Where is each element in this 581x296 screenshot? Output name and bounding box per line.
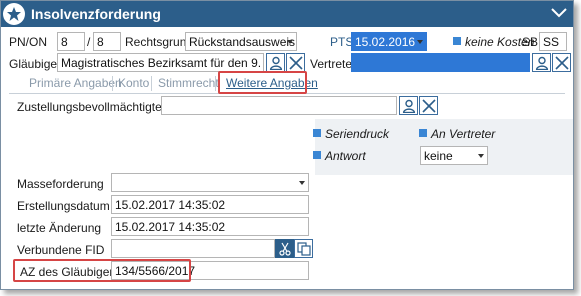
letzte-aenderung-label: letzte Änderung (17, 221, 102, 235)
az-highlight-box (13, 259, 191, 282)
verbundene-fid-field[interactable] (111, 239, 275, 258)
verbundene-fid-label: Verbundene FID (17, 243, 105, 257)
an-vertreter-label: An Vertreter (431, 127, 496, 141)
tab-divider (112, 76, 113, 91)
scissors-icon (279, 242, 291, 256)
rechtsgrund-label: Rechtsgrund (125, 35, 194, 49)
zustellung-search-button[interactable] (399, 96, 418, 115)
seriendruck-checkbox[interactable] (313, 129, 321, 137)
clear-x-icon (555, 56, 569, 70)
tab-highlight-box (218, 71, 307, 94)
zustellung-clear-button[interactable] (419, 96, 438, 115)
vertreter-clear-button[interactable] (552, 53, 571, 72)
glaeubiger-field[interactable]: Magistratisches Bezirksamt für den 9. Be… (57, 53, 264, 72)
glaeubiger-clear-button[interactable] (286, 53, 305, 72)
person-search-icon (535, 56, 549, 70)
copy-icon (297, 242, 311, 256)
pts-date-select[interactable]: 15.02.2016 (351, 32, 427, 51)
clear-x-icon (289, 56, 303, 70)
letzte-aenderung-field[interactable]: 15.02.2017 14:35:02 (111, 217, 309, 236)
antwort-select[interactable]: keine (420, 146, 488, 165)
glaeubiger-search-button[interactable] (266, 53, 285, 72)
vertreter-search-button[interactable] (532, 53, 551, 72)
zustellung-field[interactable] (161, 96, 397, 115)
clear-x-icon (422, 99, 436, 113)
an-vertreter-checkbox[interactable] (419, 129, 427, 137)
chevron-down-icon[interactable] (551, 6, 567, 23)
tab-konto[interactable]: Konto (118, 76, 149, 90)
fid-cut-button[interactable] (275, 239, 294, 258)
glaeubiger-label: Gläubiger (9, 57, 62, 71)
pn-on-separator: / (87, 35, 91, 49)
rechtsgrund-select[interactable]: Rückstandsausweis (185, 32, 297, 51)
tab-divider (151, 76, 152, 91)
window-title: Insolvenzforderung (31, 6, 161, 22)
tab-divider (215, 76, 216, 91)
antwort-checkbox[interactable] (313, 151, 321, 159)
vertreter-label: Vertreter (310, 57, 357, 71)
seriendruck-label: Seriendruck (325, 127, 390, 141)
sb-label: SB (522, 35, 539, 49)
masseforderung-label: Masseforderung (17, 177, 104, 191)
person-search-icon (269, 56, 283, 70)
star-logo-icon (3, 3, 25, 25)
erstellungsdatum-label: Erstellungsdatum (17, 199, 110, 213)
antwort-label: Antwort (325, 149, 366, 163)
masseforderung-select[interactable] (111, 173, 309, 192)
insolvenzforderung-window: Insolvenzforderung PN/ON 8 / 8 Rechtsgru… (0, 0, 574, 290)
pn-on-label: PN/ON (9, 35, 48, 49)
pn-field[interactable]: 8 (57, 32, 85, 51)
on-field[interactable]: 8 (93, 32, 121, 51)
erstellungsdatum-field[interactable]: 15.02.2017 14:35:02 (111, 195, 309, 214)
fid-copy-button[interactable] (294, 239, 313, 258)
vertreter-field[interactable] (351, 53, 530, 72)
tab-primaere-angaben[interactable]: Primäre Angaben (29, 76, 122, 90)
person-search-icon (402, 99, 416, 113)
sb-field[interactable]: SS (539, 32, 567, 51)
zustellung-label: Zustellungsbevollmächtigter (17, 100, 166, 114)
pts-label: PTS (330, 35, 354, 49)
title-bar: Insolvenzforderung (1, 1, 573, 27)
tab-stimmrecht[interactable]: Stimmrecht (158, 76, 219, 90)
keine-kosten-checkbox[interactable] (453, 37, 461, 45)
